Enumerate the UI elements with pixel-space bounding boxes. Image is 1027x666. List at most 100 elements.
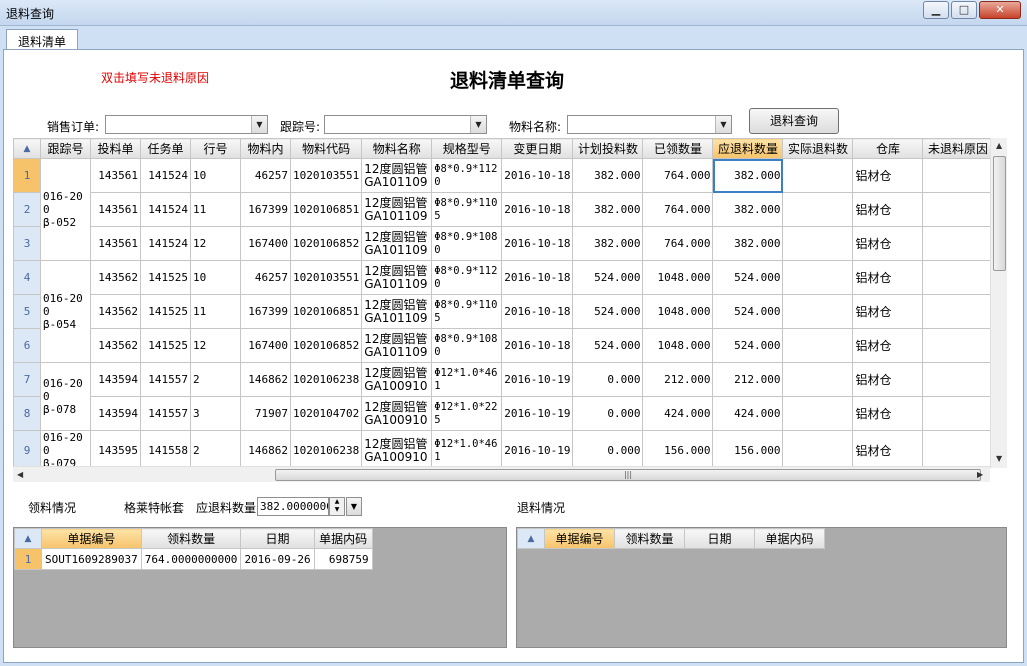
code-cell[interactable]: 1020106238 (289, 362, 363, 397)
spec-cell[interactable]: Φ8*0.9*1105 (431, 192, 503, 227)
table-row[interactable]: 9 016-200 β-079 143595 141558 2 146862 1020106… (13, 430, 994, 468)
spec-cell[interactable]: Φ12*1.0*461 (431, 430, 503, 468)
feed-cell[interactable]: 143561 (90, 226, 141, 261)
feed-cell[interactable]: 143594 (90, 396, 141, 431)
col-header-code[interactable]: 物料代码 (289, 138, 363, 159)
tracking-cell[interactable]: 016-200 β-054 (40, 260, 91, 363)
col-header-qty[interactable]: 领料数量 (614, 528, 685, 549)
name-cell[interactable]: 12度圆铝管GA101109 (361, 260, 433, 295)
code-cell[interactable]: 1020106852 (289, 328, 363, 363)
col-header-feed[interactable]: 投料单 (90, 138, 141, 159)
plan-cell[interactable]: 382.000 (572, 226, 644, 261)
actual-return-cell[interactable] (782, 362, 854, 397)
row-number[interactable]: 2 (13, 192, 41, 227)
task-cell[interactable]: 141525 (140, 260, 191, 295)
spec-cell[interactable]: Φ8*0.9*1120 (431, 260, 503, 295)
taken-cell[interactable]: 764.000 (642, 158, 714, 193)
chevron-down-icon[interactable]: ▼ (346, 497, 362, 516)
code-cell[interactable]: 1020106851 (289, 294, 363, 329)
col-header-date[interactable]: 日期 (684, 528, 755, 549)
line-cell[interactable]: 3 (190, 396, 241, 431)
col-header-name[interactable]: 物料名称 (361, 138, 433, 159)
should-return-cell[interactable]: 524.000 (712, 294, 784, 329)
actual-return-cell[interactable] (782, 430, 854, 468)
plan-cell[interactable]: 0.000 (572, 430, 644, 468)
col-header-taken[interactable]: 已领数量 (642, 138, 714, 159)
line-cell[interactable]: 12 (190, 226, 241, 261)
line-cell[interactable]: 2 (190, 430, 241, 468)
actual-return-cell[interactable] (782, 192, 854, 227)
warehouse-cell[interactable]: 铝材仓 (852, 362, 924, 397)
vertical-scrollbar[interactable]: ▲ ▼ (990, 138, 1007, 468)
table-row[interactable]: 8 143594 141557 3 71907 1020104702 12度圆铝管GA100… (13, 396, 994, 431)
scroll-up-icon[interactable]: ▲ (996, 141, 1002, 150)
plan-cell[interactable]: 0.000 (572, 396, 644, 431)
scroll-right-icon[interactable]: ▶ (977, 470, 983, 479)
warehouse-cell[interactable]: 铝材仓 (852, 396, 924, 431)
actual-return-cell[interactable] (782, 226, 854, 261)
col-header-line[interactable]: 行号 (190, 138, 241, 159)
taken-cell[interactable]: 156.000 (642, 430, 714, 468)
feed-cell[interactable]: 143594 (90, 362, 141, 397)
date-cell[interactable]: 2016-09-26 (240, 548, 315, 570)
maximize-button[interactable]: □ (951, 1, 977, 19)
col-header-actual-return[interactable]: 实际退料数 (782, 138, 854, 159)
warehouse-cell[interactable]: 铝材仓 (852, 328, 924, 363)
minimize-button[interactable]: ▁ (923, 1, 949, 19)
inner-cell[interactable]: 167399 (240, 192, 291, 227)
name-cell[interactable]: 12度圆铝管GA101109 (361, 226, 433, 261)
inner-cell[interactable]: 46257 (240, 158, 291, 193)
actual-return-cell[interactable] (782, 158, 854, 193)
table-row[interactable]: 5 143562 141525 11 167399 1020106851 12度圆铝管GA1… (13, 294, 994, 329)
name-cell[interactable]: 12度圆铝管GA100910 (361, 430, 433, 468)
feed-cell[interactable]: 143595 (90, 430, 141, 468)
table-row[interactable]: 6 143562 141525 12 167400 1020106852 12度圆铝管GA1… (13, 328, 994, 363)
grid-corner-icon[interactable]: ▲ (517, 528, 545, 549)
chevron-down-icon[interactable]: ▼ (251, 116, 267, 133)
spec-cell[interactable]: Φ8*0.9*1080 (431, 226, 503, 261)
line-cell[interactable]: 11 (190, 294, 241, 329)
should-return-cell[interactable]: 524.000 (712, 260, 784, 295)
reason-cell[interactable] (922, 158, 994, 193)
task-cell[interactable]: 141557 (140, 362, 191, 397)
warehouse-cell[interactable]: 铝材仓 (852, 294, 924, 329)
warehouse-cell[interactable]: 铝材仓 (852, 430, 924, 468)
reason-cell[interactable] (922, 396, 994, 431)
row-number[interactable]: 8 (13, 396, 41, 431)
code-cell[interactable]: 1020106852 (289, 226, 363, 261)
line-cell[interactable]: 11 (190, 192, 241, 227)
task-cell[interactable]: 141525 (140, 294, 191, 329)
feed-cell[interactable]: 143562 (90, 260, 141, 295)
name-cell[interactable]: 12度圆铝管GA100910 (361, 362, 433, 397)
taken-cell[interactable]: 1048.000 (642, 328, 714, 363)
feed-cell[interactable]: 143561 (90, 158, 141, 193)
material-name-combo[interactable]: ▼ (567, 115, 732, 134)
table-row[interactable]: 2 143561 141524 11 167399 1020106851 12度圆铝管GA1… (13, 192, 994, 227)
actual-return-cell[interactable] (782, 328, 854, 363)
scroll-left-icon[interactable]: ◀ (17, 470, 23, 479)
col-header-warehouse[interactable]: 仓库 (852, 138, 924, 159)
taken-cell[interactable]: 1048.000 (642, 260, 714, 295)
plan-cell[interactable]: 524.000 (572, 328, 644, 363)
should-return-cell[interactable]: 382.000 (712, 192, 784, 227)
should-return-cell[interactable]: 524.000 (712, 328, 784, 363)
col-header-spec[interactable]: 规格型号 (431, 138, 503, 159)
chevron-down-icon[interactable]: ▼ (470, 116, 486, 133)
sales-order-combo[interactable]: ▼ (105, 115, 268, 134)
return-grid[interactable]: ▲ 单据编号 领料数量 日期 单据内码 (516, 527, 1007, 648)
row-number[interactable]: 7 (13, 362, 41, 397)
inner-cell[interactable]: 71907 (240, 396, 291, 431)
row-number[interactable]: 3 (13, 226, 41, 261)
tracking-cell[interactable]: 016-200 β-078 (40, 362, 91, 431)
qty-cell[interactable]: 764.0000000000 (140, 548, 242, 570)
code-cell[interactable]: 1020103551 (289, 158, 363, 193)
warehouse-cell[interactable]: 铝材仓 (852, 260, 924, 295)
date-cell[interactable]: 2016-10-19 (501, 396, 574, 431)
col-header-inner[interactable]: 物料内 (240, 138, 291, 159)
line-cell[interactable]: 10 (190, 158, 241, 193)
line-cell[interactable]: 2 (190, 362, 241, 397)
table-row[interactable]: 7 016-200 β-078 143594 141557 2 146862 1020106… (13, 362, 994, 431)
tracking-cell[interactable]: 016-200 β-079 (40, 430, 91, 468)
row-number[interactable]: 1 (13, 158, 41, 193)
inner-cell[interactable]: 46257 (240, 260, 291, 295)
